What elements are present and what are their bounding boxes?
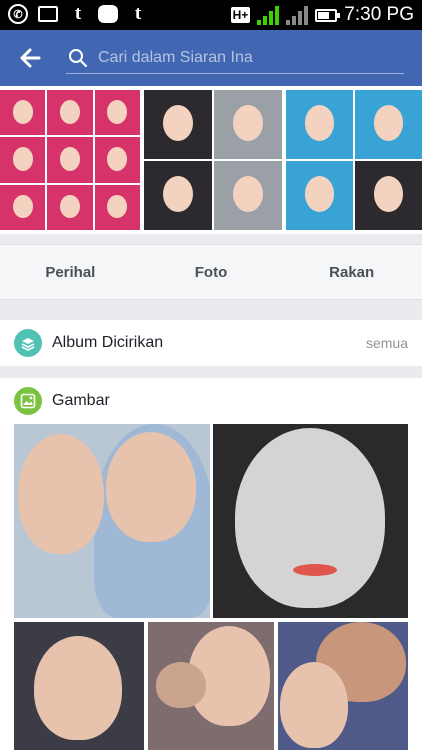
album-stack-icon (14, 329, 42, 357)
profile-tabs: Perihal Foto Rakan (0, 244, 422, 300)
signal-strength-2-icon (286, 5, 309, 25)
tumblr-icon: t (74, 3, 82, 24)
photo-thumbnail[interactable] (213, 424, 408, 618)
system-indicators: H+ 7:30 PG (230, 4, 414, 26)
gallery-icon (38, 6, 58, 22)
tumblr-icon: t (134, 3, 142, 24)
photo-thumbnail[interactable] (14, 424, 210, 618)
photo-thumbnail[interactable] (14, 622, 144, 750)
section-title: Gambar (52, 392, 110, 409)
messenger-icon (98, 5, 118, 23)
featured-photo-3[interactable] (286, 90, 422, 230)
search-input[interactable] (98, 48, 388, 67)
app-bar (0, 30, 422, 86)
featured-photo-2[interactable] (144, 90, 282, 230)
battery-icon (315, 8, 341, 22)
featured-photo-1[interactable] (0, 90, 140, 230)
back-arrow-icon (20, 48, 41, 68)
see-all-link[interactable]: semua (366, 335, 408, 351)
photos-section: Gambar (0, 378, 422, 750)
featured-photo-strip (0, 86, 422, 234)
tab-foto[interactable]: Foto (141, 245, 282, 299)
section-title: Album Dicirikan (52, 334, 164, 351)
notification-icons: ✆ t t (8, 3, 148, 24)
tab-perihal[interactable]: Perihal (0, 245, 141, 299)
signal-strength-icon (257, 5, 280, 25)
whatsapp-icon: ✆ (8, 4, 28, 24)
clock: 7:30 PG (344, 4, 414, 25)
network-type: H+ (230, 7, 251, 23)
search-icon (66, 46, 90, 70)
photo-thumbnail[interactable] (278, 622, 408, 750)
back-button[interactable] (14, 42, 46, 74)
photos-header: Gambar (0, 378, 422, 424)
photo-thumbnail[interactable] (148, 622, 274, 750)
tab-rakan[interactable]: Rakan (281, 245, 422, 299)
featured-albums-section[interactable]: Album Dicirikan semua (0, 320, 422, 366)
search-bar[interactable] (66, 42, 404, 74)
status-bar: ✆ t t H+ 7:30 PG (0, 0, 422, 30)
photo-icon (14, 387, 42, 415)
